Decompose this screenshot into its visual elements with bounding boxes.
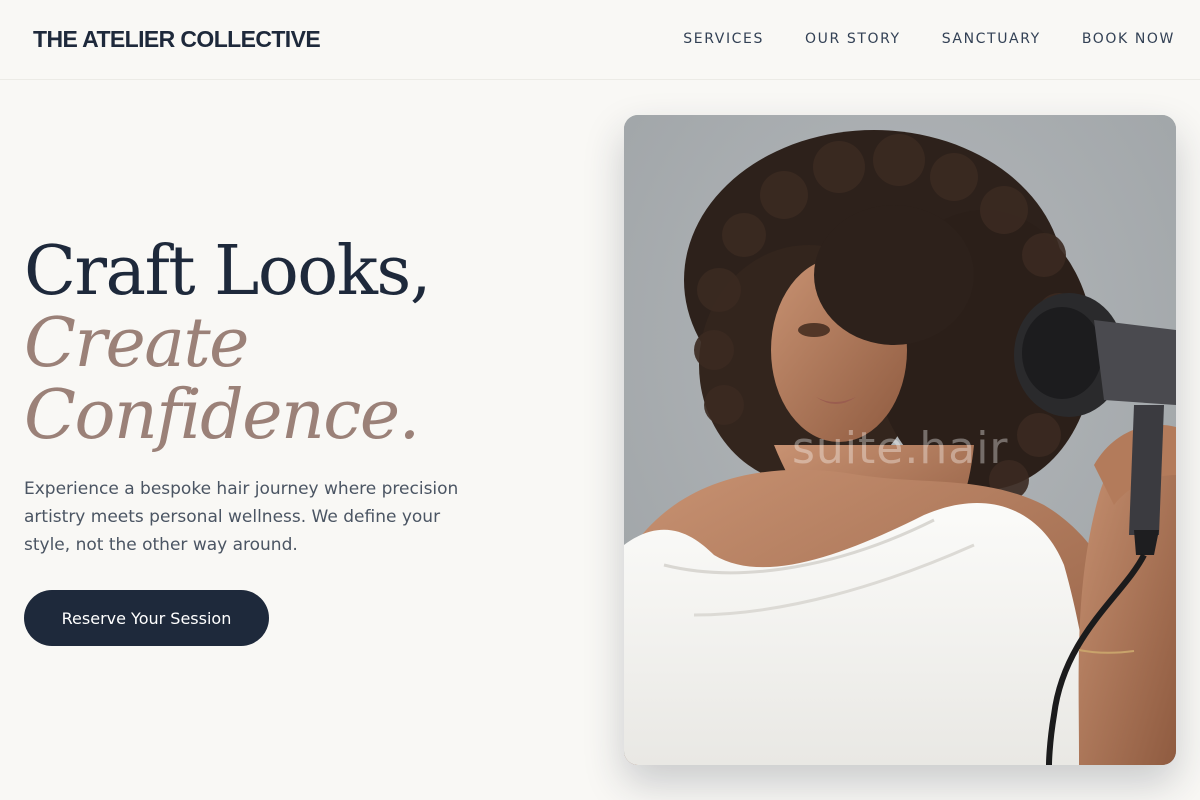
hero-title-line-1: Craft Looks, bbox=[24, 232, 431, 311]
reserve-session-button[interactable]: Reserve Your Session bbox=[24, 590, 269, 646]
hero-photo: suite.hair bbox=[624, 115, 1176, 765]
hero-description: Experience a bespoke hair journey where … bbox=[24, 479, 459, 555]
hero-title-line-3: Confidence. bbox=[24, 376, 420, 455]
photo-watermark: suite.hair bbox=[792, 423, 1009, 474]
hero-title: Craft Looks, Create Confidence. bbox=[24, 232, 431, 455]
brand-logo[interactable]: THE ATELIER COLLECTIVE bbox=[33, 26, 321, 53]
site-header: THE ATELIER COLLECTIVE SERVICES OUR STOR… bbox=[0, 0, 1200, 80]
hero-title-line-2: Create bbox=[24, 304, 249, 383]
main-nav: SERVICES OUR STORY SANCTUARY BOOK NOW bbox=[683, 31, 1175, 47]
nav-our-story[interactable]: OUR STORY bbox=[805, 31, 901, 47]
nav-sanctuary[interactable]: SANCTUARY bbox=[942, 31, 1041, 47]
nav-book-now[interactable]: BOOK NOW bbox=[1082, 31, 1175, 47]
nav-services[interactable]: SERVICES bbox=[683, 31, 764, 47]
